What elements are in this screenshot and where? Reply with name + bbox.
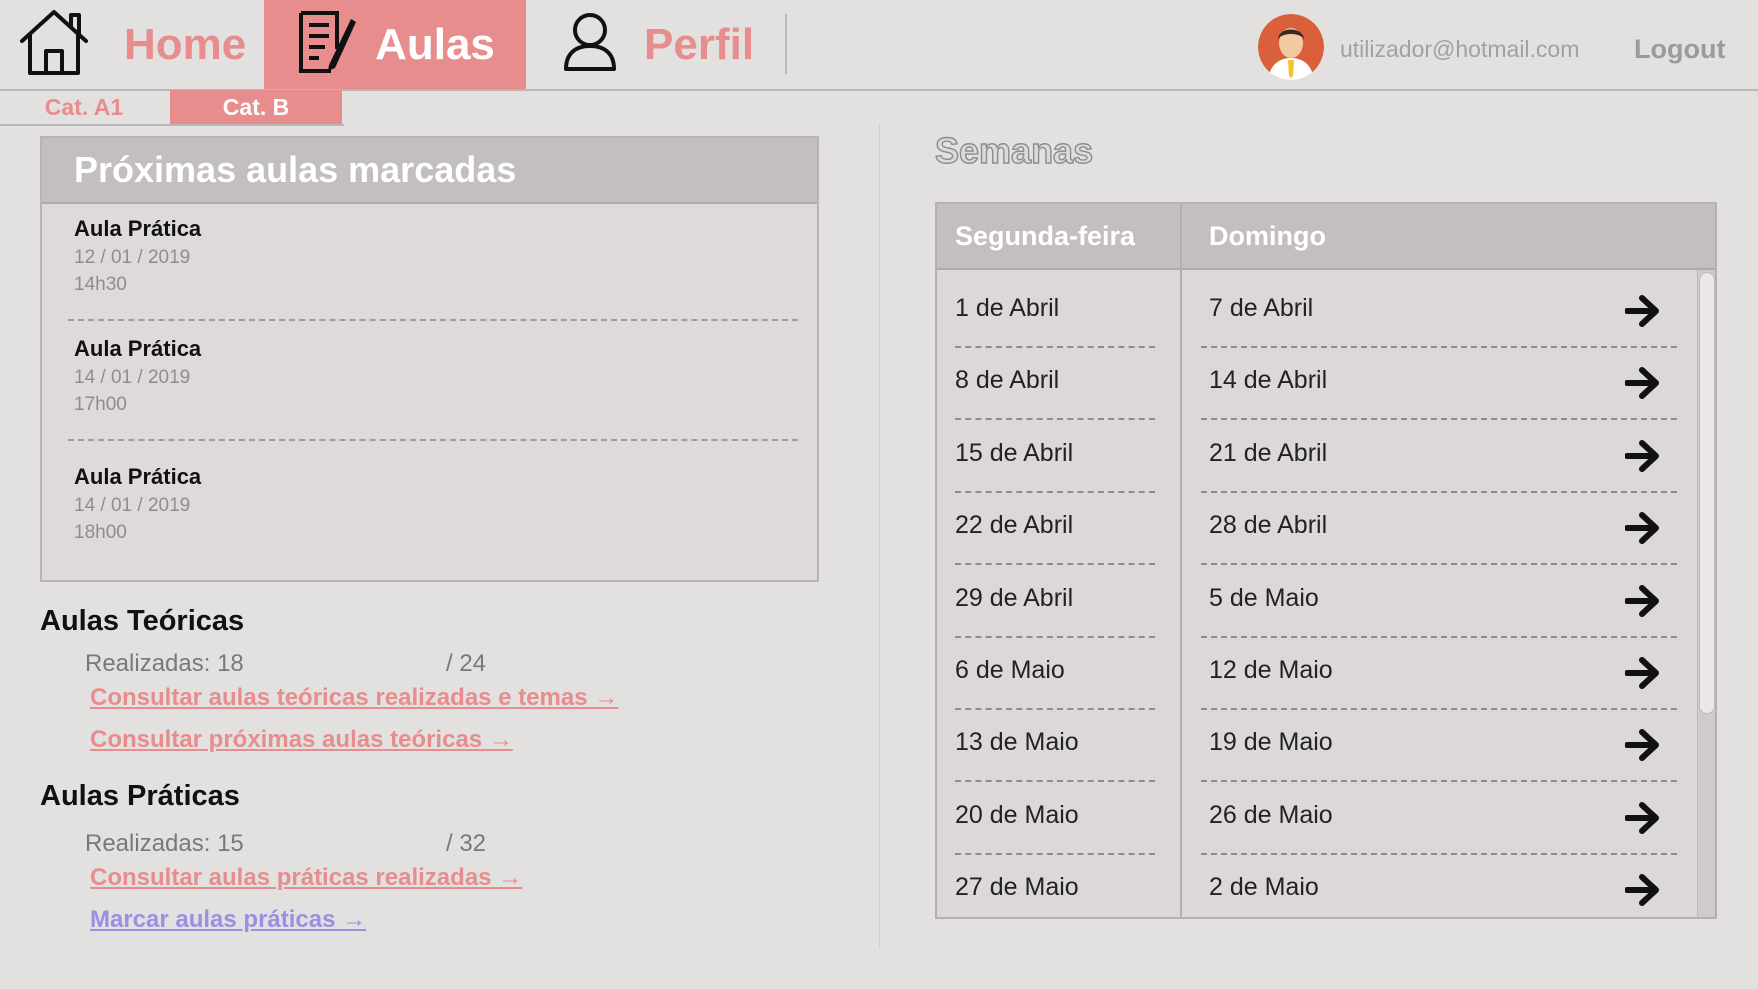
arrow-right-icon[interactable] [1624,366,1661,400]
logout-button[interactable]: Logout [1634,34,1725,65]
week-start-cell: 8 de Abril [955,366,1060,395]
week-start-cell: 20 de Maio [955,800,1079,829]
week-row[interactable]: 8 de Abril 14 de Abril [937,346,1697,421]
lesson-item[interactable]: Aula Prática 14 / 01 / 2019 17h00 [74,336,794,416]
column-divider [879,124,880,949]
nav-perfil-label: Perfil [644,19,755,69]
lesson-date: 14 / 01 / 2019 [74,495,191,516]
lesson-item[interactable]: Aula Prática 14 / 01 / 2019 18h00 [74,464,794,544]
tab-cat-b[interactable]: Cat. B [170,90,342,124]
nav-divider [785,14,787,74]
column-header-end: Domingo [1209,220,1326,251]
book-practice-link[interactable]: Marcar aulas práticas → [90,906,366,934]
week-row[interactable]: 15 de Abril 21 de Abril [937,419,1697,493]
lesson-item[interactable]: Aula Prática 12 / 01 / 2019 14h30 [74,216,794,296]
week-end-cell: 5 de Maio [1209,583,1319,612]
arrow-right-icon[interactable] [1624,294,1661,328]
week-start-cell: 22 de Abril [955,511,1074,540]
theory-next-link[interactable]: Consultar próximas aulas teóricas → [90,726,513,754]
document-edit-icon [295,9,357,80]
week-end-cell: 26 de Maio [1209,800,1333,829]
lesson-title: Aula Prática [74,336,202,361]
week-start-cell: 15 de Abril [955,438,1074,467]
nav-perfil[interactable]: Perfil [562,0,754,89]
theory-section-title: Aulas Teóricas [40,605,245,637]
arrow-right-icon[interactable] [1624,584,1661,618]
week-row[interactable]: 29 de Abril 5 de Maio [937,564,1697,638]
week-start-cell: 13 de Maio [955,728,1079,757]
arrow-right-icon[interactable] [1624,511,1661,545]
week-end-cell: 2 de Maio [1209,873,1319,902]
weeks-table: Segunda-feira Domingo 1 de Abril 7 de Abr… [935,202,1717,919]
week-end-cell: 19 de Maio [1209,728,1333,757]
lesson-title: Aula Prática [74,464,202,489]
home-icon [18,7,90,82]
nav-aulas-label: Aulas [375,19,495,69]
week-end-cell: 12 de Maio [1209,656,1333,684]
user-email: utilizador@hotmail.com [1340,36,1580,62]
week-start-cell: 1 de Abril [955,294,1060,322]
nav-home[interactable]: Home [18,0,246,89]
lesson-time: 17h00 [74,394,127,415]
scrollbar-thumb[interactable] [1699,272,1715,714]
nav-aulas[interactable]: Aulas [264,0,526,89]
arrow-right-icon[interactable] [1624,873,1661,907]
week-start-cell: 29 de Abril [955,583,1074,612]
week-row[interactable]: 13 de Maio 19 de Maio [937,708,1697,783]
lesson-date: 12 / 01 / 2019 [74,247,191,268]
theory-total-count: / 24 [446,650,487,677]
arrow-right-icon[interactable] [1624,728,1661,762]
practice-total-count: / 32 [446,830,487,857]
lesson-time: 18h00 [74,522,127,543]
column-header-start: Segunda-feira [955,220,1136,251]
practice-section-title: Aulas Práticas [40,780,240,812]
arrow-right-icon[interactable] [1624,656,1661,690]
theory-done-link[interactable]: Consultar aulas teóricas realizadas e te… [90,684,618,712]
weeks-title: Semanas [934,129,1094,171]
practice-done-link[interactable]: Consultar aulas práticas realizadas → [90,864,522,892]
week-end-cell: 28 de Abril [1209,511,1328,540]
week-row[interactable]: 20 de Maio 26 de Maio [937,781,1697,855]
avatar[interactable] [1258,14,1324,80]
lesson-date: 14 / 01 / 2019 [74,367,191,388]
arrow-right-icon[interactable] [1624,439,1661,473]
lesson-title: Aula Prática [74,216,202,241]
lesson-divider [68,439,798,441]
week-end-cell: 7 de Abril [1209,294,1314,322]
nav-home-label: Home [124,19,247,69]
lesson-time: 14h30 [74,274,127,295]
week-row[interactable]: 6 de Maio 12 de Maio [937,636,1697,710]
arrow-right-icon[interactable] [1624,801,1661,835]
lesson-divider [68,319,798,321]
week-row[interactable]: 22 de Abril 28 de Abril [937,491,1697,566]
weeks-scrollbar[interactable] [1697,270,1715,917]
upcoming-lessons-title: Próximas aulas marcadas [42,138,817,204]
week-start-cell: 27 de Maio [955,873,1079,902]
practice-done-count: Realizadas: 15 [85,830,244,857]
week-start-cell: 6 de Maio [955,656,1065,684]
week-end-cell: 14 de Abril [1209,366,1328,395]
upcoming-lessons-panel: Próximas aulas marcadas Aula Prática 12 … [40,136,819,582]
theory-done-count: Realizadas: 18 [85,650,244,677]
tab-cat-a1[interactable]: Cat. A1 [0,90,168,124]
category-tabs: Cat. A1 Cat. B [0,90,344,126]
top-navigation-bar: Home Aulas Perfil utilizador@hotmail.com… [0,0,1758,91]
week-end-cell: 21 de Abril [1209,438,1328,467]
weeks-table-header: Segunda-feira Domingo [937,204,1715,270]
week-row[interactable]: 27 de Maio 2 de Maio [937,853,1697,917]
user-icon [562,11,618,78]
week-row[interactable]: 1 de Abril 7 de Abril [937,274,1697,348]
